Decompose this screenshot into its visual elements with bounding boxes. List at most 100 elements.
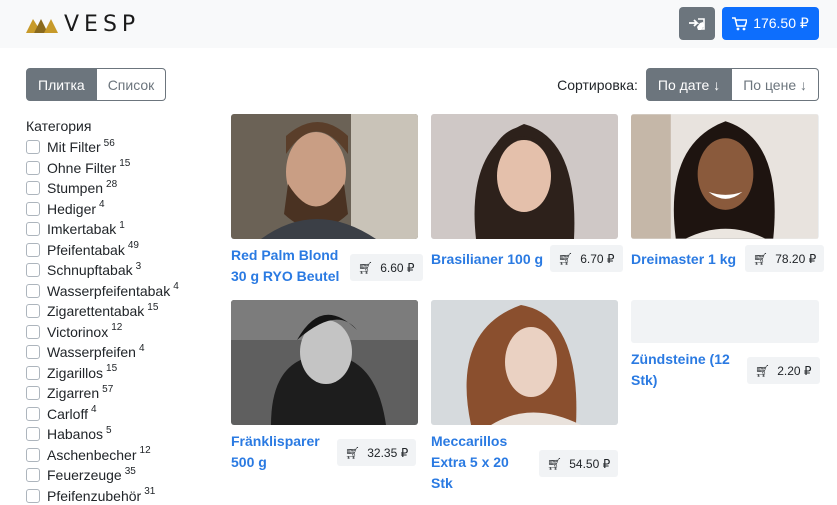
product-name[interactable]: Dreimaster 1 kg <box>631 249 751 270</box>
add-to-cart-button[interactable]: 🛒︎ 6.70 ₽ <box>550 245 623 272</box>
category-checkbox[interactable] <box>26 406 40 421</box>
category-sidebar: Категория Mit Filter 56 Ohne Filter 15 Stu… <box>26 116 216 505</box>
add-to-cart-button[interactable]: 🛒︎ 32.35 ₽ <box>337 439 417 466</box>
sort-by-date-button[interactable]: По дате ↓ <box>645 68 733 101</box>
login-button[interactable] <box>679 7 715 40</box>
category-checkbox[interactable] <box>26 160 40 175</box>
product-image[interactable] <box>631 114 819 239</box>
category-count: 4 <box>90 404 97 416</box>
product-image[interactable] <box>231 300 418 425</box>
add-to-cart-button[interactable]: 🛒︎ 6.60 ₽ <box>350 254 423 281</box>
category-checkbox[interactable] <box>26 488 40 503</box>
logo-text: VESP <box>64 11 141 37</box>
category-checkbox[interactable] <box>26 365 40 380</box>
category-item[interactable]: Zigarettentabak 15 <box>26 301 216 322</box>
product-image[interactable] <box>431 300 618 425</box>
product-price: 32.35 ₽ <box>367 445 409 460</box>
category-item[interactable]: Pfeifentabak 49 <box>26 240 216 261</box>
product-image-placeholder[interactable] <box>631 300 819 343</box>
product-name[interactable]: Fränklisparer 500 g <box>231 431 346 473</box>
product-price: 54.50 ₽ <box>569 456 611 471</box>
category-checkbox[interactable] <box>26 304 40 319</box>
sign-in-icon <box>689 17 705 30</box>
category-item[interactable]: Imkertabak 1 <box>26 219 216 240</box>
category-item[interactable]: Schnupftabak 3 <box>26 260 216 281</box>
category-list: Mit Filter 56 Ohne Filter 15 Stumpen 28 Hed… <box>26 137 216 505</box>
category-checkbox[interactable] <box>26 386 40 401</box>
category-count: 15 <box>147 301 159 313</box>
product-card[interactable]: Zündsteine (12 Stk) 🛒︎ 2.20 ₽ <box>631 300 820 400</box>
sort-by-price-button[interactable]: По цене ↓ <box>732 68 819 101</box>
add-to-cart-button[interactable]: 🛒︎ 2.20 ₽ <box>747 357 820 384</box>
cart-icon: 🛒︎ <box>755 363 771 378</box>
category-count: 15 <box>119 158 131 170</box>
category-item[interactable]: Victorinox 12 <box>26 322 216 343</box>
product-image[interactable] <box>431 114 618 239</box>
category-item[interactable]: Pfeifenzubehör 31 <box>26 486 216 505</box>
product-photo <box>231 300 418 425</box>
product-price: 6.60 ₽ <box>380 260 415 275</box>
cart-icon: 🛒︎ <box>345 445 361 460</box>
category-count: 15 <box>106 363 118 375</box>
tile-view-button[interactable]: Плитка <box>26 68 97 101</box>
category-item[interactable]: Mit Filter 56 <box>26 137 216 158</box>
sort-label: Сортировка: <box>557 76 638 93</box>
category-item[interactable]: Carloff 4 <box>26 404 216 425</box>
brand-logo[interactable]: VESP <box>26 11 141 37</box>
category-count: 5 <box>106 424 112 436</box>
product-card[interactable]: Fränklisparer 500 g 🛒︎ 32.35 ₽ <box>231 300 418 475</box>
category-checkbox[interactable] <box>26 345 40 360</box>
category-count: 4 <box>99 199 105 211</box>
category-item[interactable]: Stumpen 28 <box>26 178 216 199</box>
category-title: Категория <box>26 118 92 134</box>
category-name: Carloff <box>47 405 88 422</box>
cart-total: 176.50 ₽ <box>753 15 809 31</box>
product-card[interactable]: Dreimaster 1 kg 🛒︎ 78.20 ₽ <box>631 114 825 272</box>
add-to-cart-button[interactable]: 🛒︎ 78.20 ₽ <box>745 245 825 272</box>
product-card[interactable]: Brasilianer 100 g 🛒︎ 6.70 ₽ <box>431 114 623 272</box>
category-item[interactable]: Ohne Filter 15 <box>26 158 216 179</box>
product-name[interactable]: Brasilianer 100 g <box>431 249 551 270</box>
product-name[interactable]: Red Palm Blond 30 g RYO Beutel <box>231 245 346 287</box>
category-name: Ohne Filter <box>47 159 117 176</box>
category-checkbox[interactable] <box>26 263 40 278</box>
category-count: 57 <box>102 383 114 395</box>
category-item[interactable]: Wasserpfeifentabak 4 <box>26 281 216 302</box>
category-item[interactable]: Feuerzeuge 35 <box>26 465 216 486</box>
category-item[interactable]: Habanos 5 <box>26 424 216 445</box>
category-item[interactable]: Wasserpfeifen 4 <box>26 342 216 363</box>
category-count: 31 <box>144 486 156 498</box>
category-item[interactable]: Hediger 4 <box>26 199 216 220</box>
category-name: Zigarren <box>47 385 100 402</box>
category-checkbox[interactable] <box>26 447 40 462</box>
category-checkbox[interactable] <box>26 324 40 339</box>
category-checkbox[interactable] <box>26 201 40 216</box>
cart-button[interactable]: 176.50 ₽ <box>722 7 819 40</box>
list-view-button[interactable]: Список <box>96 68 167 101</box>
product-photo <box>431 300 618 425</box>
category-checkbox[interactable] <box>26 468 40 483</box>
category-checkbox[interactable] <box>26 140 40 155</box>
category-name: Wasserpfeifen <box>47 344 136 361</box>
category-name: Imkertabak <box>47 221 117 238</box>
product-price: 78.20 ₽ <box>775 251 817 266</box>
category-item[interactable]: Zigarillos 15 <box>26 363 216 384</box>
category-count: 35 <box>124 465 136 477</box>
category-name: Pfeifenzubehör <box>47 487 142 504</box>
product-card[interactable]: Meccarillos Extra 5 x 20 Stk 🛒︎ 54.50 ₽ <box>431 300 619 495</box>
view-toggle: Плитка Список <box>26 68 167 101</box>
category-checkbox[interactable] <box>26 242 40 257</box>
category-checkbox[interactable] <box>26 222 40 237</box>
product-name[interactable]: Zündsteine (12 Stk) <box>631 349 743 391</box>
category-checkbox[interactable] <box>26 181 40 196</box>
product-image[interactable] <box>231 114 418 239</box>
category-checkbox[interactable] <box>26 283 40 298</box>
add-to-cart-button[interactable]: 🛒︎ 54.50 ₽ <box>539 450 619 477</box>
category-count: 3 <box>135 260 142 272</box>
product-price: 6.70 ₽ <box>580 251 615 266</box>
category-item[interactable]: Zigarren 57 <box>26 383 216 404</box>
category-checkbox[interactable] <box>26 427 40 442</box>
product-card[interactable]: Red Palm Blond 30 g RYO Beutel 🛒︎ 6.60 ₽ <box>231 114 423 289</box>
category-item[interactable]: Aschenbecher 12 <box>26 445 216 466</box>
product-name[interactable]: Meccarillos Extra 5 x 20 Stk <box>431 431 531 494</box>
